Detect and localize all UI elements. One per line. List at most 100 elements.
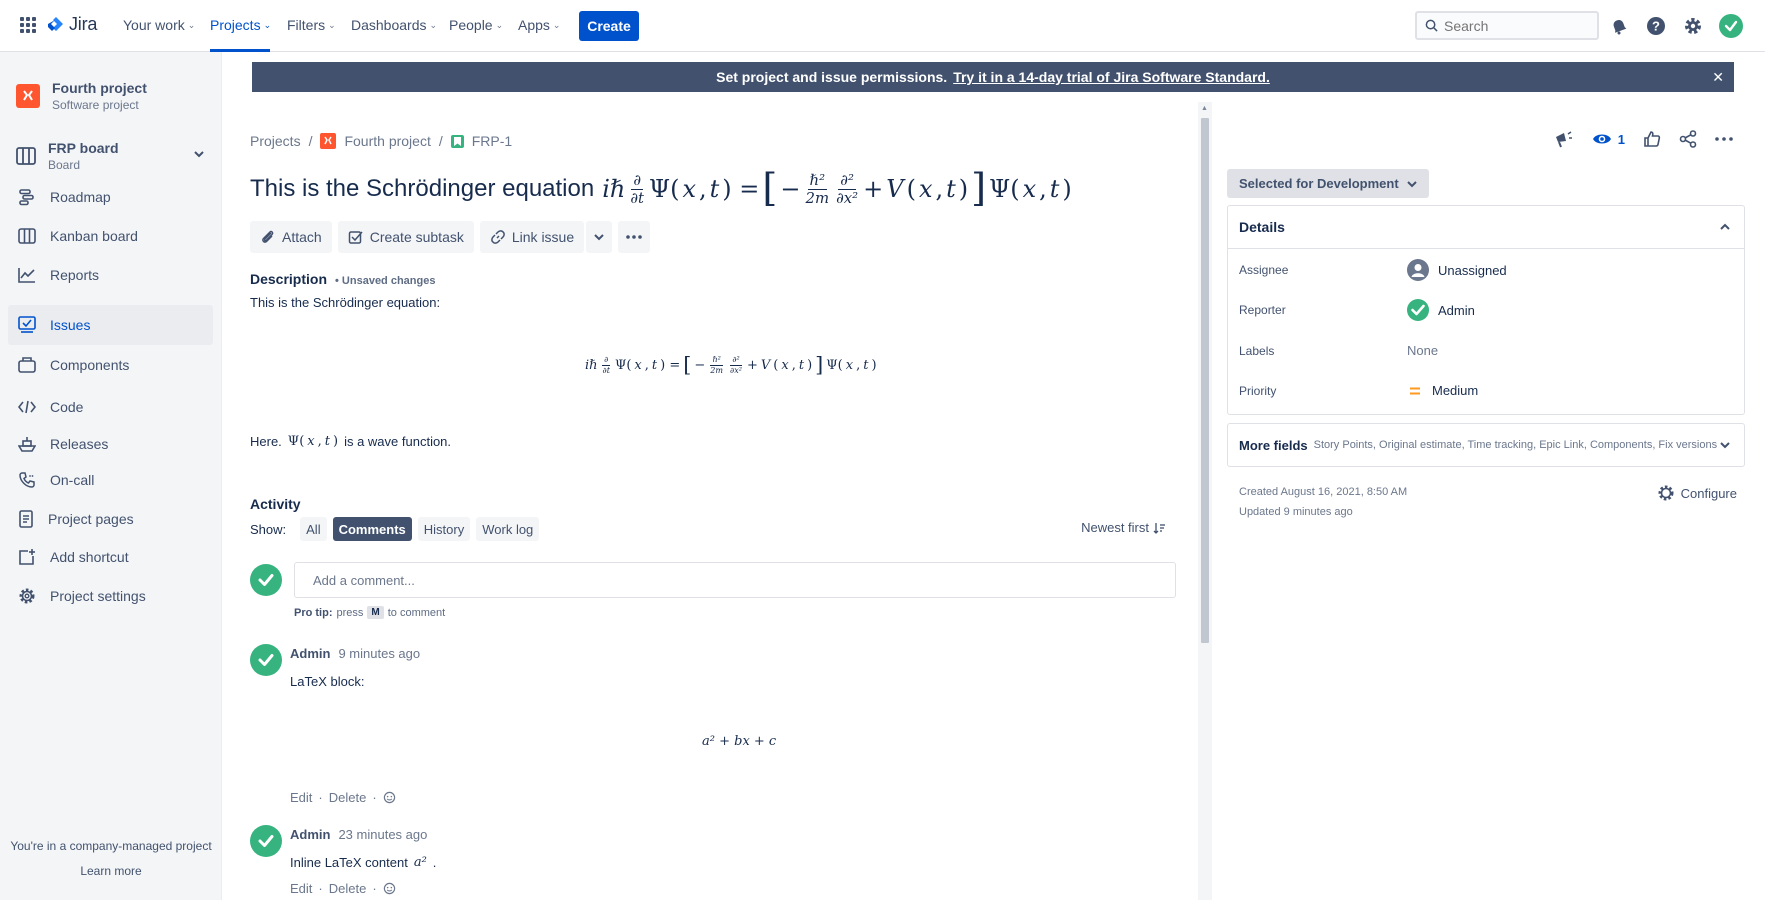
- watchers-count: 1: [1617, 131, 1625, 147]
- attach-button[interactable]: Attach: [250, 221, 332, 253]
- main-scrollbar[interactable]: ▲: [1198, 102, 1212, 900]
- chevron-down-icon: ⌄: [187, 19, 196, 30]
- more-fields-section[interactable]: More fields Story Points, Original estim…: [1227, 423, 1745, 467]
- current-user-avatar: [250, 564, 282, 596]
- thumbs-up-icon[interactable]: [1643, 130, 1661, 148]
- inline-latex-formula: a²: [413, 855, 427, 870]
- description-equation-block: iℏ ∂ ∂t Ψ(x, t) = [− ℏ² 2m ∂² ∂x² + V(x, t) ] Ψ…: [585, 353, 877, 377]
- edit-comment-link[interactable]: Edit: [290, 790, 312, 805]
- help-icon[interactable]: ?: [1644, 14, 1668, 38]
- settings-gear-icon[interactable]: [1681, 14, 1705, 38]
- board-selector[interactable]: FRP board Board: [16, 140, 212, 172]
- sidebar-item-label: Releases: [50, 436, 109, 452]
- watchers-button[interactable]: 1: [1592, 132, 1625, 147]
- comment-actions: Edit · Delete ·: [290, 881, 396, 896]
- nav-filters[interactable]: Filters ⌄: [287, 17, 336, 33]
- sidebar-item-kanban-board[interactable]: Kanban board: [8, 216, 213, 256]
- jira-logo-icon: [48, 16, 63, 31]
- jira-logo[interactable]: Jira: [48, 14, 97, 35]
- sort-icon: [1153, 522, 1165, 534]
- create-subtask-button[interactable]: Create subtask: [337, 221, 474, 253]
- board-subtitle: Board: [48, 158, 81, 172]
- breadcrumb-project[interactable]: Fourth project: [344, 133, 430, 149]
- filter-comments[interactable]: Comments: [332, 517, 412, 541]
- add-reaction-icon[interactable]: [383, 791, 396, 804]
- more-dots-icon[interactable]: [1715, 137, 1733, 141]
- keyboard-shortcut-key: M: [367, 606, 384, 619]
- psi-formula: Ψ(x, t): [287, 434, 339, 449]
- comment-header: Admin 9 minutes ago: [290, 646, 420, 661]
- sidebar-item-add-shortcut[interactable]: Add shortcut: [8, 537, 213, 577]
- nav-dashboards[interactable]: Dashboards ⌄: [351, 17, 437, 33]
- issue-title[interactable]: This is the Schrödinger equation iℏ ∂ ∂t …: [250, 169, 1072, 208]
- nav-people[interactable]: People ⌄: [449, 17, 503, 33]
- labels-field[interactable]: Labels None: [1239, 343, 1438, 358]
- status-dropdown[interactable]: Selected for Development: [1227, 169, 1429, 198]
- reporter-field[interactable]: Reporter Admin: [1239, 299, 1475, 321]
- gear-icon: [1658, 485, 1674, 501]
- create-button[interactable]: Create: [579, 11, 639, 41]
- project-type: Software project: [52, 98, 139, 112]
- nav-your-work[interactable]: Your work ⌄: [123, 17, 195, 33]
- banner-trial-link[interactable]: Try it in a 14-day trial of Jira Softwar…: [953, 69, 1270, 85]
- sidebar-item-on-call[interactable]: On-call: [8, 460, 213, 500]
- link-issue-button[interactable]: Link issue: [479, 221, 585, 253]
- configure-button[interactable]: Configure: [1657, 484, 1737, 502]
- learn-more-link[interactable]: Learn more: [0, 864, 222, 878]
- profile-avatar[interactable]: [1719, 14, 1743, 38]
- filter-work-log[interactable]: Work log: [476, 517, 540, 541]
- breadcrumb: Projects / Fourth project / FRP-1: [250, 133, 513, 149]
- delete-comment-link[interactable]: Delete: [329, 881, 367, 896]
- scroll-up-arrow-icon[interactable]: ▲: [1201, 105, 1208, 112]
- scroll-thumb[interactable]: [1201, 118, 1209, 643]
- delete-comment-link[interactable]: Delete: [329, 790, 367, 805]
- sidebar-item-code[interactable]: Code: [8, 387, 213, 427]
- sort-order-button[interactable]: Newest first: [1081, 520, 1165, 535]
- sidebar-item-issues[interactable]: Issues: [8, 305, 213, 345]
- breadcrumb-projects[interactable]: Projects: [250, 133, 301, 149]
- search-input[interactable]: [1444, 17, 1594, 34]
- app-switcher-icon[interactable]: [20, 17, 36, 33]
- releases-ship-icon: [18, 437, 36, 452]
- project-header[interactable]: Fourth project Software project: [16, 80, 147, 112]
- edit-comment-link[interactable]: Edit: [290, 881, 312, 896]
- sidebar-item-releases[interactable]: Releases: [8, 424, 213, 464]
- activity-heading: Activity: [250, 496, 301, 512]
- issue-main-panel: Projects / Fourth project / FRP-1 This i…: [250, 100, 1200, 900]
- sidebar-item-reports[interactable]: Reports: [8, 255, 213, 295]
- add-comment-input[interactable]: Add a comment...: [294, 562, 1176, 598]
- project-avatar-icon: [16, 84, 40, 108]
- notifications-icon[interactable]: [1607, 14, 1631, 38]
- comment-time[interactable]: 9 minutes ago: [338, 646, 420, 661]
- assignee-field[interactable]: Assignee Unassigned: [1239, 259, 1507, 281]
- sidebar-item-roadmap[interactable]: Roadmap: [8, 177, 213, 217]
- link-icon: [491, 230, 505, 244]
- more-actions-button[interactable]: [618, 221, 651, 253]
- priority-medium-icon: [1410, 387, 1420, 394]
- filter-all[interactable]: All: [300, 517, 327, 541]
- share-icon[interactable]: [1679, 130, 1697, 148]
- description-intro[interactable]: This is the Schrödinger equation:: [250, 295, 440, 310]
- comment-author[interactable]: Admin: [290, 646, 330, 661]
- link-issue-dropdown[interactable]: [586, 221, 613, 253]
- add-reaction-icon[interactable]: [383, 882, 396, 895]
- sidebar-item-components[interactable]: Components: [8, 345, 213, 385]
- description-wave-function-line: Here. Ψ(x, t) is a wave function.: [250, 434, 452, 449]
- comment-author[interactable]: Admin: [290, 827, 330, 842]
- comment-time[interactable]: 23 minutes ago: [338, 827, 427, 842]
- gear-icon: [19, 588, 35, 604]
- sidebar-item-label: On-call: [50, 472, 95, 488]
- sidebar-item-project-settings[interactable]: Project settings: [8, 576, 213, 616]
- close-icon[interactable]: ✕: [1712, 69, 1724, 86]
- sidebar-item-label: Reports: [50, 267, 100, 283]
- search-box[interactable]: [1415, 11, 1599, 40]
- filter-history[interactable]: History: [417, 517, 471, 541]
- priority-field[interactable]: Priority Medium: [1239, 383, 1478, 398]
- details-header[interactable]: Details: [1228, 206, 1744, 249]
- sidebar-item-project-pages[interactable]: Project pages: [8, 499, 213, 539]
- sidebar-item-label: Project settings: [50, 588, 146, 604]
- breadcrumb-issue-key[interactable]: FRP-1: [472, 133, 512, 149]
- nav-apps[interactable]: Apps ⌄: [518, 17, 560, 33]
- nav-projects[interactable]: Projects ⌄: [210, 17, 271, 33]
- feedback-megaphone-icon[interactable]: [1554, 130, 1574, 148]
